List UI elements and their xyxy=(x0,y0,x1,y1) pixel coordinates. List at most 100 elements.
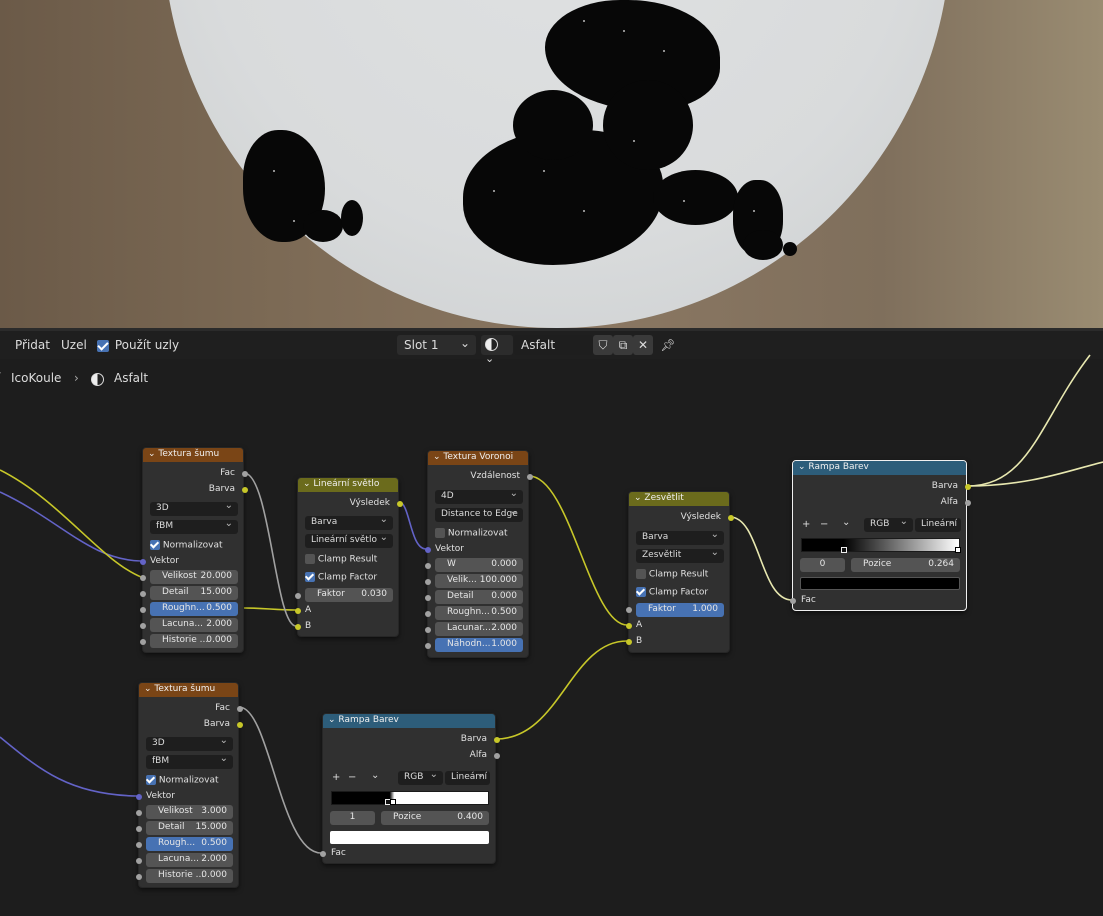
socket-color-out[interactable] xyxy=(965,484,971,490)
checkbox-icon[interactable] xyxy=(150,540,160,550)
detail-field[interactable]: Detail 15.000 xyxy=(146,821,233,835)
socket-in[interactable] xyxy=(136,858,142,864)
blend-mode-dropdown[interactable]: Lineární světlo xyxy=(305,534,393,548)
node-voronoi-texture[interactable]: ⌄ Textura Voronoi Vzdálenost 4D Distance… xyxy=(425,450,533,658)
node-color-ramp-2[interactable]: ⌄ Rampa Barev Barva Alfa + − ⌄ RGB Lineá… xyxy=(320,713,500,864)
dimensions-dropdown[interactable]: 3D xyxy=(146,737,233,751)
socket-fac-in[interactable] xyxy=(320,851,326,857)
normalize-checkbox[interactable]: Normalizovat xyxy=(150,540,223,551)
socket-in[interactable] xyxy=(140,575,146,581)
socket-vector-in[interactable] xyxy=(136,794,142,800)
roughness-field[interactable]: Roughn... 0.500 xyxy=(435,606,523,620)
socket-in[interactable] xyxy=(136,842,142,848)
socket-b-in[interactable] xyxy=(626,639,632,645)
socket-alpha-out[interactable] xyxy=(965,500,971,506)
checkbox-icon[interactable] xyxy=(305,572,315,582)
factor-field[interactable]: Faktor 0.030 xyxy=(305,588,393,602)
socket-factor-in[interactable] xyxy=(295,593,301,599)
socket-fac-out[interactable] xyxy=(237,706,243,712)
ramp-stop-handle[interactable] xyxy=(955,547,961,553)
checkbox-icon[interactable] xyxy=(305,554,315,564)
socket-in[interactable] xyxy=(140,607,146,613)
socket-in[interactable] xyxy=(425,611,431,617)
socket-fac-in[interactable] xyxy=(790,598,796,604)
lacunarity-field[interactable]: Lacuna... 2.000 xyxy=(146,853,233,867)
history-field[interactable]: Historie ... 0.000 xyxy=(150,634,238,648)
clamp-result-checkbox[interactable]: Clamp Result xyxy=(636,569,708,580)
dimensions-dropdown[interactable]: 4D xyxy=(435,490,523,504)
socket-factor-in[interactable] xyxy=(626,607,632,613)
history-field[interactable]: Historie ... 0.000 xyxy=(146,869,233,883)
position-field[interactable]: Pozice 0.400 xyxy=(381,811,489,825)
ramp-stop-handle[interactable] xyxy=(841,547,847,553)
socket-in[interactable] xyxy=(136,826,142,832)
node-header[interactable]: ⌄ Textura Voronoi xyxy=(428,451,528,465)
add-stop-icon[interactable]: + xyxy=(802,519,810,530)
socket-in[interactable] xyxy=(425,579,431,585)
position-field[interactable]: Pozice 0.264 xyxy=(851,558,960,572)
socket-in[interactable] xyxy=(140,591,146,597)
node-header[interactable]: ⌄ Lineární světlo xyxy=(298,478,398,492)
roughness-field[interactable]: Rough... 0.500 xyxy=(146,837,233,851)
socket-vector-in[interactable] xyxy=(140,559,146,565)
noise-type-dropdown[interactable]: fBM xyxy=(146,755,233,769)
socket-in[interactable] xyxy=(136,874,142,880)
scale-field[interactable]: Velik... 100.000 xyxy=(435,574,523,588)
detail-field[interactable]: Detail 0.000 xyxy=(435,590,523,604)
socket-result-out[interactable] xyxy=(397,501,403,507)
checkbox-icon[interactable] xyxy=(146,775,156,785)
socket-color-out[interactable] xyxy=(237,722,243,728)
clamp-factor-checkbox[interactable]: Clamp Factor xyxy=(636,587,708,598)
chevron-down-icon[interactable]: ⌄ xyxy=(371,770,379,781)
ramp-stop-handle[interactable] xyxy=(390,799,396,805)
stop-index-field[interactable]: 1 xyxy=(330,811,375,825)
interpolation-dropdown[interactable]: Lineární xyxy=(915,518,961,532)
stop-color-swatch[interactable] xyxy=(330,831,489,844)
clamp-result-checkbox[interactable]: Clamp Result xyxy=(305,554,377,565)
node-noise-texture-1[interactable]: ⌄ Textura šumu Fac Barva 3D fBM Normaliz… xyxy=(140,447,248,653)
socket-fac-out[interactable] xyxy=(242,471,248,477)
lacunarity-field[interactable]: Lacunar... 2.000 xyxy=(435,622,523,636)
remove-stop-icon[interactable]: − xyxy=(348,772,356,783)
lacunarity-field[interactable]: Lacuna... 2.000 xyxy=(150,618,238,632)
socket-in[interactable] xyxy=(425,595,431,601)
socket-b-in[interactable] xyxy=(295,624,301,630)
node-header[interactable]: ⌄ Rampa Barev xyxy=(323,714,495,728)
color-ramp-bar[interactable] xyxy=(331,791,489,805)
w-field[interactable]: W 0.000 xyxy=(435,558,523,572)
socket-a-in[interactable] xyxy=(626,623,632,629)
dimensions-dropdown[interactable]: 3D xyxy=(150,502,238,516)
data-type-dropdown[interactable]: Barva xyxy=(305,516,393,530)
stop-color-swatch[interactable] xyxy=(800,577,960,590)
socket-in[interactable] xyxy=(425,627,431,633)
socket-alpha-out[interactable] xyxy=(494,753,500,759)
color-mode-dropdown[interactable]: RGB xyxy=(398,771,443,785)
socket-in[interactable] xyxy=(425,563,431,569)
size-field[interactable]: Velikost 3.000 xyxy=(146,805,233,819)
socket-in[interactable] xyxy=(136,810,142,816)
remove-stop-icon[interactable]: − xyxy=(820,519,828,530)
node-header[interactable]: ⌄ Textura šumu xyxy=(139,683,238,697)
socket-color-out[interactable] xyxy=(494,737,500,743)
color-ramp-bar[interactable] xyxy=(801,538,960,552)
checkbox-icon[interactable] xyxy=(636,587,646,597)
socket-color-out[interactable] xyxy=(242,487,248,493)
size-field[interactable]: Velikost 20.000 xyxy=(150,570,238,584)
add-stop-icon[interactable]: + xyxy=(332,772,340,783)
node-header[interactable]: ⌄ Rampa Barev xyxy=(793,461,966,475)
socket-in[interactable] xyxy=(140,623,146,629)
randomness-field[interactable]: Náhodn... 1.000 xyxy=(435,638,523,652)
socket-distance-out[interactable] xyxy=(527,474,533,480)
normalize-checkbox[interactable]: Normalizovat xyxy=(435,528,508,539)
socket-a-in[interactable] xyxy=(295,608,301,614)
data-type-dropdown[interactable]: Barva xyxy=(636,531,724,545)
checkbox-icon[interactable] xyxy=(435,528,445,538)
node-header[interactable]: ⌄ Zesvětlit xyxy=(629,492,729,506)
stop-index-field[interactable]: 0 xyxy=(800,558,845,572)
socket-in[interactable] xyxy=(140,639,146,645)
node-noise-texture-2[interactable]: ⌄ Textura šumu Fac Barva 3D fBM Normaliz… xyxy=(136,682,243,888)
interpolation-dropdown[interactable]: Lineární xyxy=(445,771,490,785)
color-mode-dropdown[interactable]: RGB xyxy=(864,518,913,532)
node-header[interactable]: ⌄ Textura šumu xyxy=(143,448,243,462)
socket-result-out[interactable] xyxy=(728,515,734,521)
